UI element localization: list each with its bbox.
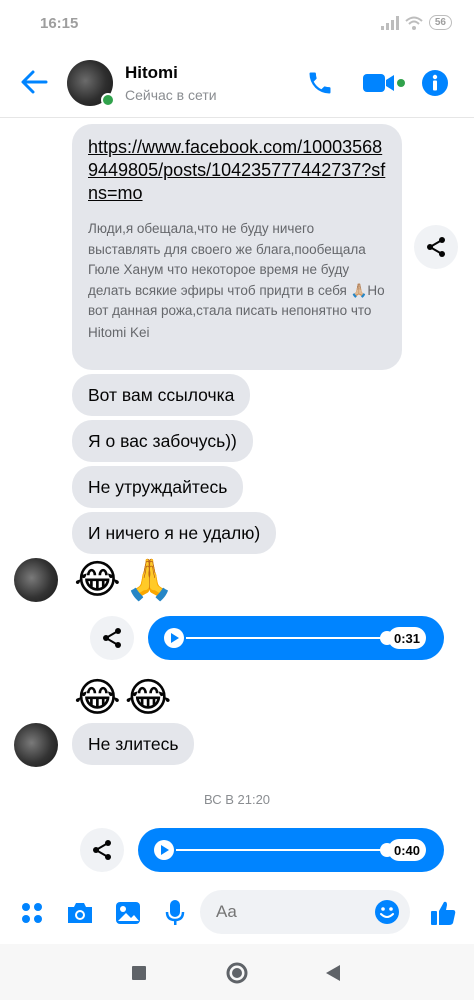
link-url[interactable]: https://www.facebook.com/100035689449805… — [88, 136, 386, 205]
share-button[interactable] — [90, 616, 134, 660]
message-bubble[interactable]: Вот вам ссылочка — [72, 374, 251, 416]
emoji-message[interactable]: 😂 😂 — [74, 676, 172, 720]
call-button[interactable] — [303, 66, 337, 100]
back-nav-button[interactable] — [318, 958, 348, 988]
circle-icon — [226, 962, 248, 984]
microphone-icon — [165, 900, 185, 925]
link-preview-message[interactable]: https://www.facebook.com/100035689449805… — [72, 124, 402, 370]
message-bubble[interactable]: Не утруждайтесь — [72, 466, 244, 508]
emoji-picker-button[interactable] — [374, 899, 400, 930]
contact-name[interactable]: Hitomi — [125, 63, 178, 83]
like-button[interactable] — [428, 898, 458, 928]
message-bubble[interactable]: И ничего я не удалю) — [72, 512, 277, 554]
conversation-header: Hitomi Сейчас в сети — [0, 50, 474, 118]
phone-icon — [309, 72, 331, 94]
info-button[interactable] — [420, 66, 450, 100]
back-button[interactable] — [16, 64, 52, 100]
voice-record-button[interactable] — [162, 898, 188, 928]
status-icons: 56 — [380, 15, 452, 30]
emoji: 😂 — [74, 676, 121, 720]
share-button[interactable] — [80, 828, 124, 872]
link-preview-author: Hitomi Kei — [88, 324, 150, 340]
share-icon — [427, 237, 445, 257]
emoji: 😂 — [124, 676, 172, 720]
emoji-message[interactable]: 😂 🙏 — [74, 558, 175, 602]
image-icon — [116, 902, 140, 924]
home-button[interactable] — [222, 958, 252, 988]
thumbs-up-icon — [431, 901, 456, 925]
recents-button[interactable] — [124, 958, 154, 988]
share-icon — [93, 840, 111, 860]
emoji: 🙏 — [124, 558, 175, 602]
voice-duration: 0:31 — [388, 627, 427, 649]
sender-avatar[interactable] — [14, 723, 58, 767]
play-button[interactable] — [154, 840, 174, 860]
sender-avatar[interactable] — [14, 558, 58, 602]
triangle-back-icon — [326, 965, 340, 981]
voice-message[interactable]: 0:31 — [148, 616, 444, 660]
contact-avatar[interactable] — [67, 60, 115, 107]
arrow-left-icon — [21, 70, 48, 94]
battery-indicator: 56 — [428, 15, 452, 30]
message-bubble[interactable]: Я о вас забочусь)) — [72, 420, 253, 462]
wifi-icon — [405, 16, 423, 30]
share-button[interactable] — [414, 225, 458, 269]
camera-icon — [68, 903, 92, 923]
info-icon — [422, 70, 448, 96]
online-indicator — [101, 93, 115, 107]
system-navigation-bar — [0, 944, 474, 1000]
status-bar: 16:15 56 — [0, 0, 474, 50]
grid-dots-icon — [22, 903, 42, 923]
signal-icon — [380, 15, 399, 30]
message-timestamp: ВС В 21:20 — [203, 792, 271, 807]
gallery-button[interactable] — [113, 898, 143, 928]
message-bubble[interactable]: Не злитесь — [72, 723, 195, 765]
voice-duration: 0:40 — [388, 839, 427, 861]
voice-message[interactable]: 0:40 — [138, 828, 444, 872]
share-icon — [103, 628, 121, 648]
playback-track[interactable] — [176, 849, 386, 851]
link-preview-text: Люди,я обещала,что не буду ничего выстав… — [88, 221, 385, 318]
message-input-container[interactable] — [200, 890, 410, 934]
smiley-icon — [375, 900, 399, 924]
emoji: 😂 — [74, 558, 121, 602]
video-camera-icon — [363, 74, 405, 92]
camera-button[interactable] — [64, 898, 96, 928]
status-time: 16:15 — [40, 15, 79, 32]
contact-status: Сейчас в сети — [125, 87, 217, 103]
playback-track[interactable] — [186, 637, 386, 639]
square-icon — [132, 966, 146, 980]
message-input[interactable] — [216, 902, 366, 922]
more-actions-button[interactable] — [18, 898, 46, 928]
video-call-button[interactable] — [360, 66, 408, 100]
play-button[interactable] — [164, 628, 184, 648]
